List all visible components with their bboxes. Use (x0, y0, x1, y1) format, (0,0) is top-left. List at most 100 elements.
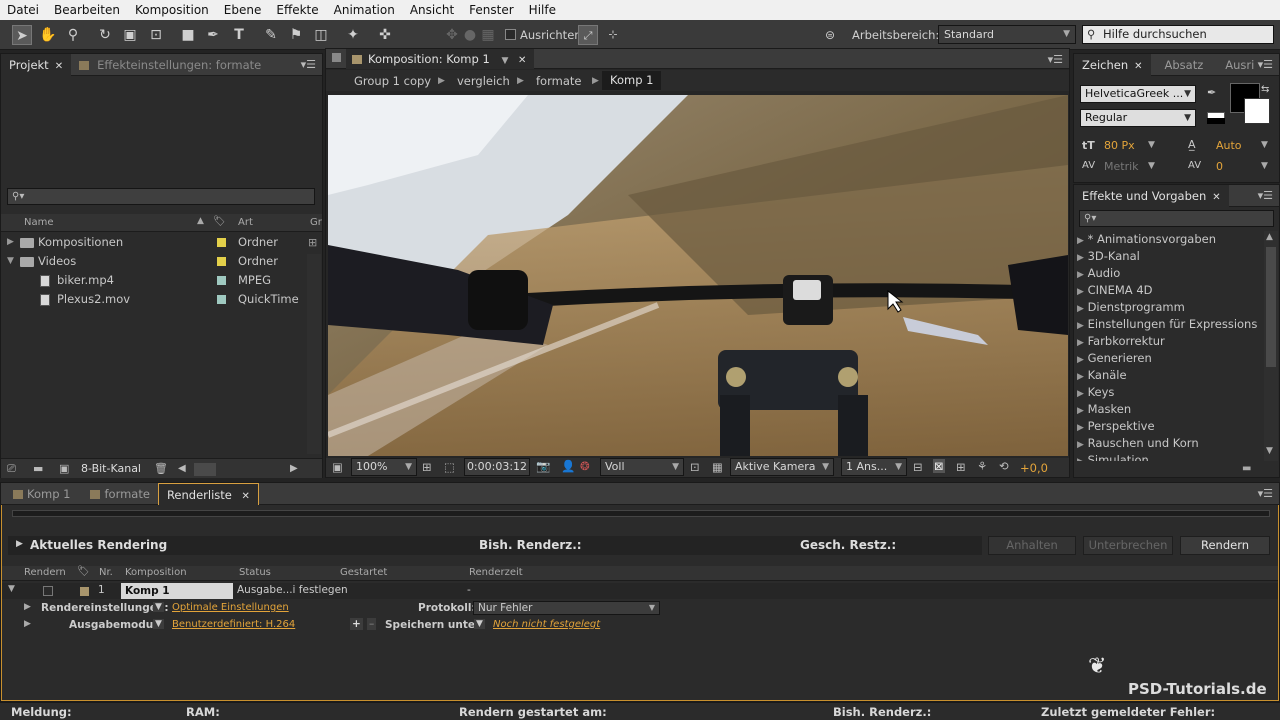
breadcrumb-current[interactable]: Komp 1 (602, 71, 662, 90)
list-item[interactable]: ▶ Farbkorrektur (1074, 333, 1262, 350)
h-scrollbar-thumb[interactable] (194, 463, 216, 476)
selection-tool-icon[interactable]: ➤ (12, 25, 32, 45)
menu-bearbeiten[interactable]: Bearbeiten (47, 3, 128, 17)
close-icon[interactable]: ✕ (55, 61, 63, 72)
collapse-icon[interactable]: ▼ (8, 584, 15, 594)
panel-menu-icon[interactable]: ▾☰ (1258, 487, 1273, 500)
eraser-tool-icon[interactable]: ◫ (311, 25, 331, 45)
project-scrollbar[interactable] (307, 254, 321, 454)
close-icon[interactable]: ✕ (1134, 61, 1142, 72)
tab-project[interactable]: Projekt ✕ (1, 53, 72, 76)
panel-menu-icon[interactable]: ▾☰ (301, 58, 316, 71)
menu-ebene[interactable]: Ebene (217, 3, 270, 17)
zoom-tool-icon[interactable]: ⚲ (63, 25, 83, 45)
snap-icon[interactable]: ⤢ (578, 25, 598, 45)
workspace-select[interactable]: Standard ▼ (938, 25, 1076, 44)
text-tool-icon[interactable]: T (229, 25, 249, 45)
transparency-grid-icon[interactable]: ▦ (712, 460, 723, 474)
list-item[interactable]: ▶ Simulation (1074, 452, 1262, 461)
swap-colors-icon[interactable]: ⇆ (1261, 84, 1269, 95)
pan-behind-tool-icon[interactable]: ⊡ (146, 25, 166, 45)
help-search-input[interactable]: ⚲ Hilfe durchsuchen (1082, 25, 1274, 44)
camera-tool-icon[interactable]: ▣ (120, 25, 140, 45)
tab-effect-controls[interactable]: Effekteinstellungen: formate (71, 54, 269, 76)
tab-paragraph[interactable]: Absatz (1151, 54, 1212, 76)
workspace-icon[interactable]: ⊜ (820, 25, 840, 45)
clone-stamp-tool-icon[interactable]: ⚑ (286, 25, 306, 45)
chevron-down-icon[interactable]: ▼ (474, 619, 485, 629)
puppet-tool-icon[interactable]: ✜ (375, 25, 395, 45)
expand-icon[interactable]: ▶ (7, 233, 14, 252)
current-time[interactable]: 0:00:03:12 (464, 458, 530, 476)
snapshot-camera-icon[interactable]: 📷 (536, 459, 550, 473)
list-item[interactable]: ▶ Kompositionen Ordner (1, 233, 306, 252)
save-to-value[interactable]: Noch nicht festgelegt (493, 619, 600, 630)
output-module-value[interactable]: Benutzerdefiniert: H.264 (172, 619, 295, 630)
close-icon[interactable]: ✕ (1212, 192, 1220, 203)
table-row[interactable]: ▼ 1 Komp 1 Ausgabe...i festlegen - - (2, 583, 1278, 599)
rotate-tool-icon[interactable]: ↻ (95, 25, 115, 45)
add-output-icon[interactable]: + (350, 618, 363, 630)
panel-menu-icon[interactable]: ▾☰ (1258, 58, 1273, 71)
toggle-pixel-aspect-icon[interactable]: ⊟ (913, 460, 923, 474)
font-family-select[interactable]: HelveticaGreek ... ▼ (1080, 85, 1196, 103)
list-item[interactable]: ▶ * Animationsvorgaben (1074, 231, 1262, 248)
scroll-up-icon[interactable]: ▲ (1266, 232, 1273, 242)
breadcrumb-item[interactable]: vergleich (457, 74, 510, 88)
list-item[interactable]: ▶ Generieren (1074, 350, 1262, 367)
breadcrumb-item[interactable]: formate (536, 74, 581, 88)
panel-menu-icon[interactable]: ▾☰ (1258, 189, 1273, 202)
brush-tool-icon[interactable]: ✎ (261, 25, 281, 45)
tab-komp-1[interactable]: Komp 1 (1, 483, 78, 505)
lock-icon[interactable] (332, 53, 341, 62)
font-style-select[interactable]: Regular ▼ (1080, 109, 1196, 127)
timeline-icon[interactable]: ⊞ (956, 460, 966, 474)
expand-icon[interactable]: ▶ (24, 602, 31, 612)
eyedropper-icon[interactable]: ✒ (1207, 86, 1216, 99)
chevron-down-icon[interactable]: ▼ (1261, 140, 1268, 150)
leading-value[interactable]: Auto (1216, 139, 1242, 152)
interpret-footage-icon[interactable]: ⎚ (7, 462, 16, 476)
hand-tool-icon[interactable]: ✋ (38, 25, 58, 45)
menu-animation[interactable]: Animation (327, 3, 403, 17)
resolution-select[interactable]: Voll ▼ (600, 458, 684, 476)
list-item[interactable]: biker.mp4 MPEG (1, 271, 306, 290)
scrollbar-thumb[interactable] (1266, 247, 1276, 367)
render-button[interactable]: Rendern (1180, 536, 1270, 555)
chevron-down-icon[interactable]: ▼ (1148, 161, 1155, 171)
safe-zones-icon[interactable]: ⊞ (422, 460, 432, 474)
column-render-time[interactable]: Renderzeit (469, 567, 523, 578)
expand-icon[interactable]: ▶ (24, 619, 31, 629)
chevron-down-icon[interactable]: ▼ (153, 602, 164, 612)
camera-select[interactable]: Aktive Kamera ▼ (730, 458, 834, 476)
kerning-value[interactable]: Metrik (1104, 160, 1139, 173)
menu-datei[interactable]: Datei (0, 3, 47, 17)
hierarchy-icon[interactable]: ⊞ (308, 236, 317, 249)
close-icon[interactable]: ✕ (518, 55, 526, 66)
axis-world-icon[interactable]: ● (460, 25, 480, 45)
new-folder-icon[interactable]: ▬ (33, 462, 43, 475)
views-select[interactable]: 1 Ans... ▼ (841, 458, 907, 476)
axis-view-icon[interactable]: ▦ (478, 25, 498, 45)
effects-search-input[interactable]: ⚲▾ (1079, 210, 1274, 227)
effects-scrollbar[interactable]: ▲ ▼ (1264, 231, 1278, 461)
axis-local-icon[interactable]: ✥ (442, 25, 462, 45)
expand-icon[interactable]: ▶ (16, 539, 23, 549)
menu-effekte[interactable]: Effekte (269, 3, 326, 17)
zoom-select[interactable]: 100% ▼ (351, 458, 417, 476)
column-name[interactable]: Name (24, 217, 54, 228)
snapshot-toggle-icon[interactable]: ▣ (332, 460, 343, 474)
snap-options-icon[interactable]: ⊹ (603, 25, 623, 45)
menu-hilfe[interactable]: Hilfe (522, 3, 564, 17)
tab-composition[interactable]: Komposition: Komp 1 ▼ ✕ (346, 48, 535, 69)
list-item[interactable]: ▶ Masken (1074, 401, 1262, 418)
collapse-icon[interactable]: ▼ (7, 252, 14, 271)
flowchart-icon[interactable]: ⚘ (977, 459, 987, 473)
list-item[interactable]: ▶ Rauschen und Korn (1074, 435, 1262, 452)
mask-visibility-icon[interactable]: ⬚ (444, 460, 455, 474)
log-select[interactable]: Nur Fehler ▼ (473, 601, 660, 615)
list-item[interactable]: ▶ CINEMA 4D (1074, 282, 1262, 299)
new-folder-icon[interactable]: ▬ (1242, 463, 1251, 474)
column-render[interactable]: Rendern (24, 567, 66, 578)
column-size[interactable]: Gr (310, 217, 322, 228)
